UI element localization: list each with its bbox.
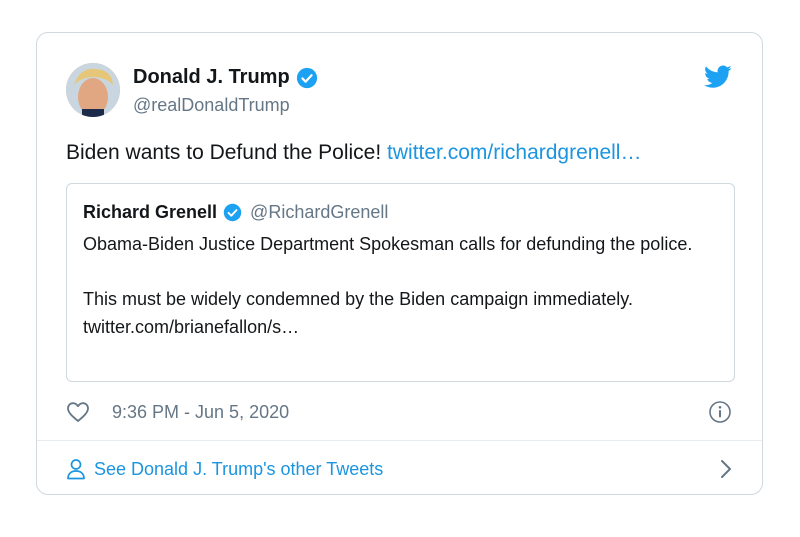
quoted-tweet-text: Obama-Biden Justice Department Spokesman… (83, 231, 723, 341)
quoted-author-name: Richard Grenell (83, 202, 218, 222)
quoted-tweet[interactable]: Richard Grenell @RichardGrenell Obama-Bi… (66, 183, 735, 382)
author-avatar[interactable] (66, 63, 120, 117)
tweet-link[interactable]: twitter.com/richardgrenell… (387, 141, 641, 164)
verified-badge-icon (296, 67, 318, 89)
author-handle[interactable]: @realDonaldTrump (133, 95, 290, 116)
tweet-text: Biden wants to Defund the Police! twitte… (66, 141, 641, 165)
tweet-meta: 9:36 PM - Jun 5, 2020 (66, 399, 732, 425)
quoted-paragraph: This must be widely condemned by the Bid… (83, 289, 633, 337)
person-icon (66, 458, 86, 480)
quoted-author[interactable]: Richard Grenell @RichardGrenell (83, 202, 388, 223)
info-icon[interactable] (708, 400, 732, 424)
embedded-tweet-card[interactable]: Donald J. Trump @realDonaldTrump Biden w… (36, 32, 763, 495)
like-heart-icon[interactable] (66, 401, 90, 423)
author-name[interactable]: Donald J. Trump (133, 66, 318, 89)
tweet-body: Biden wants to Defund the Police! (66, 141, 382, 164)
see-other-tweets-link[interactable]: See Donald J. Trump's other Tweets (66, 455, 732, 483)
author-name-text: Donald J. Trump (133, 66, 290, 88)
quoted-paragraph: Obama-Biden Justice Department Spokesman… (83, 234, 693, 254)
tweet-timestamp[interactable]: 9:36 PM - Jun 5, 2020 (112, 402, 289, 423)
divider (37, 440, 762, 441)
chevron-right-icon (720, 459, 732, 479)
see-other-tweets-label: See Donald J. Trump's other Tweets (94, 458, 384, 479)
twitter-bird-icon[interactable] (704, 65, 732, 89)
verified-badge-icon (223, 203, 242, 222)
quoted-author-handle: @RichardGrenell (250, 202, 389, 222)
